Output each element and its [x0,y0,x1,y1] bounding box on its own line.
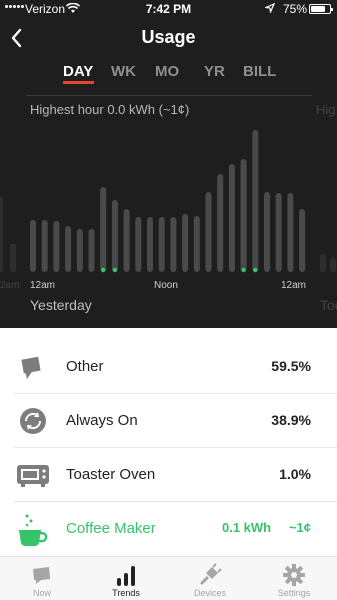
hour-bar[interactable] [287,193,294,272]
tab-label: Trends [112,588,140,598]
hour-bar[interactable] [88,229,95,272]
tab-now[interactable]: Now [12,557,72,600]
toaster-oven-icon [17,465,49,487]
device-row-always-on[interactable]: Always On 38.9% [0,394,337,448]
hour-bar[interactable] [147,217,153,272]
bottom-tab-bar: Now Trends Devices Settings [0,556,337,600]
hour-bar[interactable] [275,193,282,272]
hour-bar[interactable] [205,192,212,272]
hour-bar[interactable] [65,226,72,272]
hour-bar[interactable] [76,229,83,272]
coffee-cup-icon [19,514,48,546]
usage-bar-chart[interactable] [0,0,337,280]
hour-bar[interactable] [30,220,36,272]
x-label-start: 12am [30,280,56,291]
hour-bar[interactable] [252,130,259,272]
prev-day-x-label: 2am [0,280,20,291]
hour-bar[interactable] [182,214,189,272]
next-day-label: Tod [320,297,337,313]
device-name: Always On [66,412,138,429]
device-activity-marker [253,267,258,273]
device-name: Toaster Oven [66,466,156,483]
tab-label: Devices [193,588,226,598]
device-activity-marker [112,267,118,273]
device-cost: ~1¢ [288,520,311,535]
x-label-noon: Noon [154,280,178,291]
chat-bubble-icon [21,356,41,380]
device-activity-marker [241,267,246,273]
cycle-icon [20,408,46,434]
device-row-coffee-maker[interactable]: Coffee Maker 0.1 kWh ~1¢ [0,502,337,556]
hour-bar[interactable] [170,217,177,272]
now-icon [33,567,50,584]
hour-bar[interactable] [299,209,306,272]
gear-icon [283,564,305,586]
hour-bar[interactable] [158,217,165,272]
adjacent-day-bar [10,244,16,272]
device-row-other[interactable]: Other 59.5% [0,340,337,394]
day-label: Yesterday [30,297,92,313]
hour-bar[interactable] [193,216,200,272]
device-percent: 38.9% [271,412,311,428]
hour-bar[interactable] [41,220,48,272]
adjacent-day-bar [320,254,326,272]
tab-settings[interactable]: Settings [264,557,324,600]
tab-devices[interactable]: Devices [180,557,240,600]
device-name: Coffee Maker [66,520,156,537]
device-percent: 1.0% [279,466,311,482]
tab-label: Settings [277,588,311,598]
device-kwh: 0.1 kWh [222,520,272,535]
device-percent: 59.5% [271,358,311,374]
device-row-toaster-oven[interactable]: Toaster Oven 1.0% [0,448,337,502]
hour-bar[interactable] [228,164,235,272]
adjacent-day-bar [0,197,3,272]
tab-label: Now [32,588,51,598]
adjacent-day-bar [330,258,336,272]
device-activity-marker [101,267,106,273]
plug-icon [200,563,222,585]
hour-bar[interactable] [111,200,118,272]
hour-bar[interactable] [100,187,107,272]
hour-bar[interactable] [135,217,142,272]
hour-bar[interactable] [217,174,224,272]
hour-bar[interactable] [53,221,60,272]
hour-bar[interactable] [240,159,247,272]
tab-trends[interactable]: Trends [96,557,156,600]
device-name: Other [66,358,104,375]
trends-icon [117,566,135,586]
x-label-end: 12am [281,280,307,291]
hour-bar[interactable] [264,192,270,272]
hour-bar[interactable] [123,209,130,272]
